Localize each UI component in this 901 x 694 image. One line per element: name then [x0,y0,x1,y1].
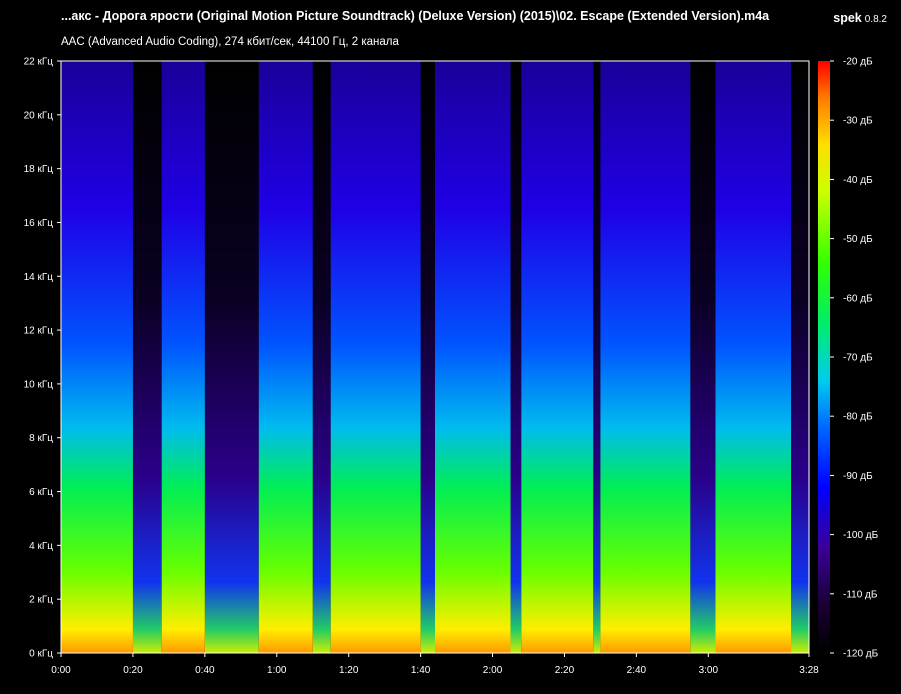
spectrogram-quiet-section [510,61,522,653]
colorbar-tick-label: -90 дБ [843,471,873,482]
y-tick-label: 22 кГц [24,57,54,68]
spectrogram-quiet-section [791,61,809,653]
spectrogram-quiet-section [204,61,259,653]
y-tick-label: 8 кГц [29,433,53,444]
colorbar-tick-label: -50 дБ [843,234,873,245]
y-tick-label: 10 кГц [24,379,54,390]
spectrogram-quiet-section [690,61,716,653]
spectrogram-loud-section [521,61,594,653]
y-tick-label: 20 кГц [24,110,54,121]
colorbar-tick-label: -70 дБ [843,353,873,364]
colorbar-tick-label: -100 дБ [843,530,879,541]
colorbar-tick-label: -60 дБ [843,293,873,304]
x-tick-label: 3:00 [699,665,719,676]
y-tick-label: 12 кГц [24,326,54,337]
x-tick-label: 1:00 [267,665,287,676]
y-tick-label: 0 кГц [29,649,53,660]
spectrogram-loud-section [600,61,691,653]
colorbar-tick-label: -20 дБ [843,57,873,68]
x-tick-label: 2:40 [627,665,647,676]
spectrogram-loud-section [161,61,205,653]
x-tick-label: 2:00 [483,665,503,676]
colorbar [818,61,830,653]
x-tick-label: 1:40 [411,665,431,676]
spectrogram-quiet-section [420,61,435,653]
colorbar-tick-label: -80 дБ [843,412,873,423]
x-tick-label: 0:00 [51,665,71,676]
x-tick-label: 3:28 [799,665,819,676]
spectrogram-loud-section [258,61,313,653]
spectrogram-quiet-section [593,61,601,653]
colorbar-tick-label: -120 дБ [843,649,879,660]
y-tick-label: 16 кГц [24,218,54,229]
y-tick-label: 4 кГц [29,541,53,552]
y-tick-label: 6 кГц [29,487,53,498]
spectrogram-loud-section [435,61,511,653]
spectrogram-chart: 0:00 0:20 0:40 1:00 1:20 1:40 2:00 2:20 2:40 3:00… [24,57,879,677]
spectrogram-loud-section [61,61,133,653]
y-tick-label: 18 кГц [24,164,54,175]
colorbar-tick-label: -30 дБ [843,116,873,127]
x-tick-label: 1:20 [339,665,359,676]
x-tick-label: 0:20 [123,665,143,676]
x-tick-label: 2:20 [555,665,575,676]
colorbar-tick-label: -110 дБ [843,589,878,600]
spectrogram-loud-section [715,61,792,653]
colorbar-tick-label: -40 дБ [843,175,873,186]
spectrogram-loud-section [330,61,421,653]
spectrogram-quiet-section [132,61,162,653]
spectrogram-quiet-section [312,61,331,653]
x-tick-label: 0:40 [195,665,215,676]
y-tick-label: 14 кГц [24,272,54,283]
y-tick-label: 2 кГц [29,595,53,606]
